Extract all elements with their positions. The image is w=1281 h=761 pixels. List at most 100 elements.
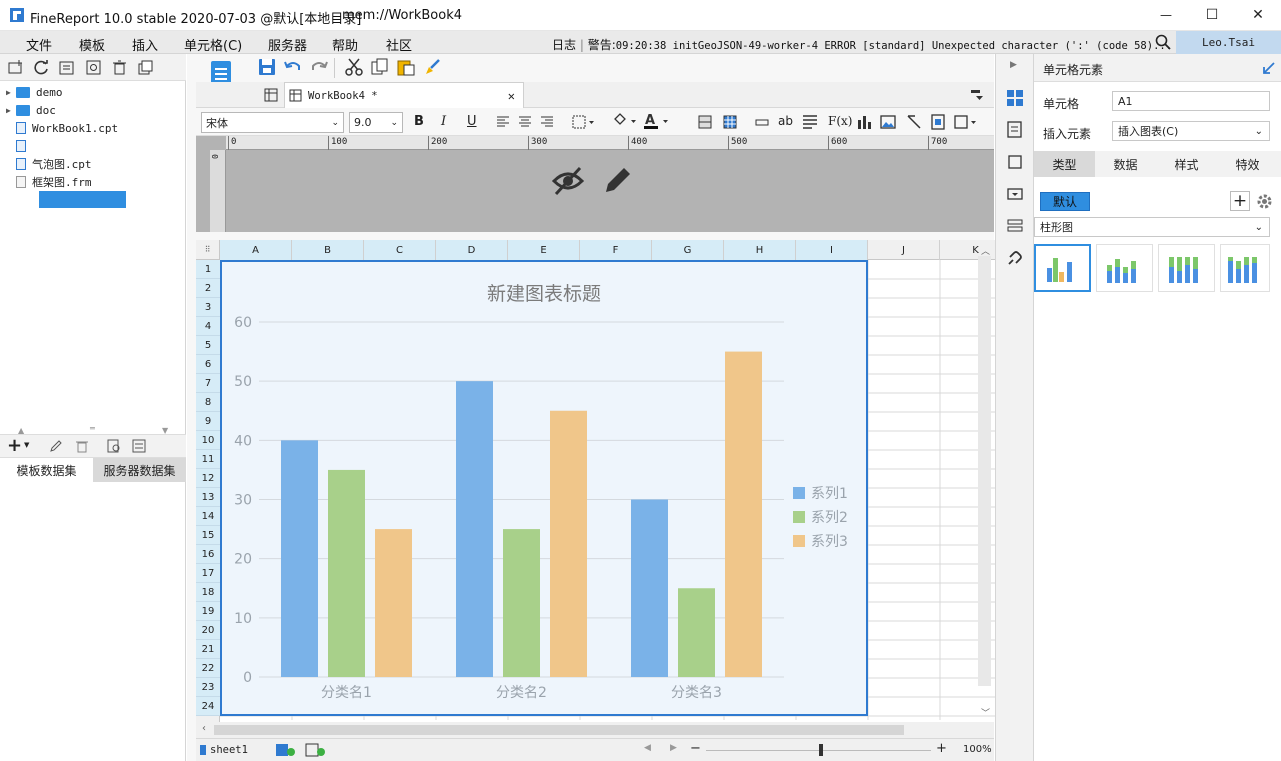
cut-icon[interactable]: [345, 58, 363, 76]
delete-dataset-icon[interactable]: [75, 439, 89, 453]
tree-item-bubble-chart[interactable]: 气泡图.cpt: [6, 155, 92, 173]
row-header-22[interactable]: 22: [196, 659, 220, 678]
sheet-prev-icon[interactable]: ◀: [644, 743, 651, 753]
copy-toolbar-icon[interactable]: [371, 58, 389, 76]
settings-icon[interactable]: [86, 60, 102, 76]
tree-item-frame[interactable]: 框架图.frm: [6, 173, 92, 191]
font-name-select[interactable]: 宋体 ⌄: [201, 112, 344, 133]
expand-panel-icon[interactable]: [1262, 61, 1276, 75]
select-all-corner[interactable]: ⠿: [196, 240, 220, 260]
hide-eye-icon[interactable]: [551, 164, 585, 198]
tab-effects[interactable]: 特效: [1217, 151, 1278, 177]
menu-community[interactable]: 社区: [386, 35, 412, 54]
float-element-icon[interactable]: [1005, 152, 1025, 172]
fill-color-icon[interactable]: [612, 113, 638, 129]
row-header-24[interactable]: 24: [196, 697, 220, 716]
formula-icon[interactable]: F(x): [828, 114, 852, 128]
row-header-10[interactable]: 10: [196, 431, 220, 450]
add-dropdown-icon[interactable]: ▼: [24, 441, 29, 449]
align-center-icon[interactable]: [518, 116, 532, 128]
border-icon[interactable]: [572, 115, 596, 129]
tab-list-icon[interactable]: [970, 89, 984, 101]
menu-cell[interactable]: 单元格(C): [184, 35, 242, 54]
vscroll-down-icon[interactable]: ﹀: [981, 706, 990, 719]
column-header-d[interactable]: D: [436, 240, 508, 260]
row-header-1[interactable]: 1: [196, 260, 220, 279]
column-header-b[interactable]: B: [292, 240, 364, 260]
template-icon[interactable]: [59, 60, 75, 76]
hscroll-thumb[interactable]: [214, 725, 904, 735]
row-header-7[interactable]: 7: [196, 374, 220, 393]
row-header-19[interactable]: 19: [196, 602, 220, 621]
row-header-12[interactable]: 12: [196, 469, 220, 488]
insert-text-ab-icon[interactable]: ab: [778, 114, 793, 128]
insert-image-icon[interactable]: [880, 114, 896, 130]
add-worksheet-icon[interactable]: [275, 743, 297, 757]
chart-subtype-clustered[interactable]: [1034, 244, 1091, 292]
expand-arrow-icon[interactable]: ▶: [6, 88, 16, 97]
insert-float-element-icon[interactable]: [953, 114, 979, 130]
column-header-f[interactable]: F: [580, 240, 652, 260]
save-icon[interactable]: [258, 58, 276, 76]
chart-element[interactable]: 新建图表标题 0 10 20 30 40 50 60 分类名1 分类名2 分类名3 系列1 系列2 系列…: [220, 260, 868, 716]
vertical-scrollbar[interactable]: [978, 256, 991, 686]
hscroll-left-icon[interactable]: ‹: [202, 723, 206, 734]
grid-view-icon[interactable]: [264, 88, 278, 102]
row-header-23[interactable]: 23: [196, 678, 220, 697]
column-header-e[interactable]: E: [508, 240, 580, 260]
row-header-16[interactable]: 16: [196, 545, 220, 564]
column-header-a[interactable]: A: [220, 240, 292, 260]
cell-attributes-icon[interactable]: [1005, 120, 1025, 140]
horizontal-scrollbar[interactable]: ‹: [196, 722, 994, 738]
insert-subreport-icon[interactable]: [930, 114, 946, 130]
font-color-icon[interactable]: A: [643, 112, 671, 130]
chart-subtype-custom[interactable]: [1220, 244, 1270, 292]
dataset-settings-icon[interactable]: [132, 439, 146, 453]
zoom-out-button[interactable]: −: [690, 741, 701, 756]
expand-arrow-icon[interactable]: ▶: [6, 106, 16, 115]
sheet-tab-sheet1[interactable]: sheet1: [200, 739, 248, 761]
close-button[interactable]: ✕: [1235, 0, 1281, 30]
refresh-icon[interactable]: [34, 60, 50, 76]
splitter-handle[interactable]: ═: [90, 424, 95, 433]
cell-name-input[interactable]: A1: [1112, 91, 1270, 111]
row-header-20[interactable]: 20: [196, 621, 220, 640]
undo-icon[interactable]: [284, 58, 302, 76]
insert-chart-icon[interactable]: [856, 114, 872, 130]
minimize-button[interactable]: —: [1143, 0, 1189, 30]
align-left-icon[interactable]: [496, 116, 510, 128]
row-header-18[interactable]: 18: [196, 583, 220, 602]
row-header-2[interactable]: 2: [196, 279, 220, 298]
column-header-j[interactable]: J: [868, 240, 940, 260]
redo-icon[interactable]: [310, 58, 328, 76]
unmerge-cells-icon[interactable]: [723, 115, 737, 129]
align-right-icon[interactable]: [540, 116, 554, 128]
tree-item-bar-chart[interactable]: 柱形图.cpt: [6, 137, 92, 155]
row-header-13[interactable]: 13: [196, 488, 220, 507]
add-dataset-icon[interactable]: +: [7, 435, 22, 456]
add-polysheet-icon[interactable]: [305, 743, 327, 757]
row-header-3[interactable]: 3: [196, 298, 220, 317]
tree-item-demo[interactable]: ▶ demo: [6, 83, 63, 101]
tab-type[interactable]: 类型: [1034, 151, 1095, 177]
paste-icon[interactable]: [397, 58, 415, 76]
log-label[interactable]: 日志: [552, 38, 576, 52]
hyperlink-icon[interactable]: [1005, 248, 1025, 268]
tab-style[interactable]: 样式: [1156, 151, 1217, 177]
log-area[interactable]: 日志 | 警告:09:20:38 initGeoJSON-49-worker-4…: [552, 36, 1172, 53]
insert-rich-text-icon[interactable]: [802, 114, 818, 130]
row-header-15[interactable]: 15: [196, 526, 220, 545]
chart-subtype-stacked[interactable]: [1096, 244, 1153, 292]
row-header-21[interactable]: 21: [196, 640, 220, 659]
italic-button[interactable]: I: [441, 114, 446, 129]
insert-element-select[interactable]: 插入图表(C) ⌄: [1112, 121, 1270, 141]
spreadsheet-grid[interactable]: ⠿ ABCDEFGHIJK 1 2 3 4 5 6 7 8 9 10 11 12 13 14 15 16 17 1…: [196, 240, 1012, 730]
edit-icon[interactable]: [49, 439, 63, 453]
gear-icon[interactable]: [1256, 193, 1273, 210]
new-folder-icon[interactable]: [8, 60, 24, 76]
tab-workbook4[interactable]: WorkBook4 * ✕: [284, 82, 524, 108]
format-painter-icon[interactable]: [424, 58, 442, 76]
edit-pencil-icon[interactable]: [602, 164, 634, 196]
zoom-in-button[interactable]: +: [936, 741, 947, 756]
column-header-c[interactable]: C: [364, 240, 436, 260]
